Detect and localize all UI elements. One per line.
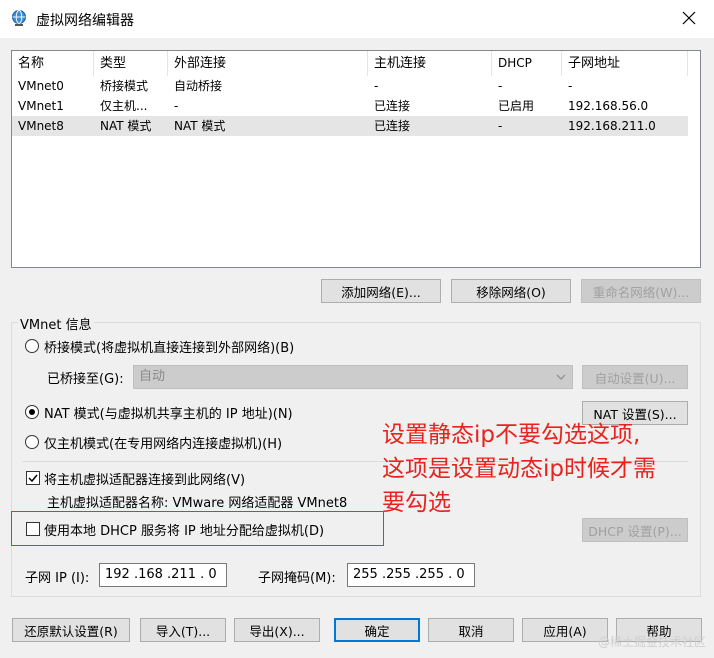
chevron-down-icon [556,374,566,380]
subnet-mask-label: 子网掩码(M): [258,571,336,586]
bridged-to-select[interactable]: 自动 [133,365,573,389]
cell-type: 桥接模式 [100,79,149,93]
cell-name: VMnet0 [18,79,64,93]
table-row-selected[interactable]: VMnet8 NAT 模式 NAT 模式 已连接 - 192.168.211.0 [12,116,688,136]
subnet-mask-input[interactable]: 255 .255 .255 . 0 [347,563,475,587]
cell-type: 仅主机... [100,99,148,113]
rename-network-button[interactable]: 重命名网络(W)... [581,279,701,303]
bridged-to-value: 自动 [139,369,166,384]
cell-dhcp: 已启用 [498,99,535,113]
annotation-line: 这项是设置动态ip时候才需 [382,456,656,482]
table-row[interactable]: VMnet0 桥接模式 自动桥接 - - - [12,76,688,96]
bridged-mode-radio[interactable] [25,339,39,353]
cell-dhcp: - [498,79,503,93]
cell-external: 自动桥接 [174,79,223,93]
cancel-button[interactable]: 取消 [428,618,514,642]
checkmark-icon [28,474,38,483]
bridged-mode-label: 桥接模式(将虚拟机直接连接到外部网络)(B) [44,341,295,356]
cell-subnet: 192.168.211.0 [568,119,656,133]
cell-dhcp: - [498,119,503,133]
connect-adapter-label: 将主机虚拟适配器连接到此网络(V) [44,473,246,488]
cell-name: VMnet1 [18,99,64,113]
nat-mode-radio[interactable] [25,405,39,419]
annotation-line: 要勾选 [382,490,451,516]
column-header-type[interactable]: 类型 [94,51,168,76]
ok-button[interactable]: 确定 [334,618,420,642]
subnet-ip-input[interactable]: 192 .168 .211 . 0 [99,563,227,587]
cell-subnet: - [568,79,573,93]
cell-subnet: 192.168.56.0 [568,99,649,113]
column-header-dhcp[interactable]: DHCP [492,51,562,76]
cell-external: NAT 模式 [174,119,226,133]
nat-mode-label: NAT 模式(与虚拟机共享主机的 IP 地址)(N) [44,407,293,422]
auto-settings-button[interactable]: 自动设置(U)... [582,365,688,389]
annotation-line: 设置静态ip不要勾选这项, [382,422,641,448]
close-icon [682,11,696,25]
network-list-header: 名称 类型 外部连接 主机连接 DHCP 子网地址 [12,51,700,76]
cell-external: - [174,99,179,113]
connect-adapter-checkbox[interactable] [26,471,40,485]
dhcp-settings-button[interactable]: DHCP 设置(P)... [582,518,688,542]
remove-network-button[interactable]: 移除网络(O) [451,279,571,303]
cell-host: 已连接 [374,119,411,133]
host-only-mode-label: 仅主机模式(在专用网络内连接虚拟机)(H) [44,437,283,452]
watermark: @稀土掘金技术社区 [597,635,706,649]
cell-name: VMnet8 [18,119,64,133]
header-filler [688,51,700,76]
column-header-external[interactable]: 外部连接 [168,51,368,76]
annotation-highlight-box [11,511,384,546]
table-row[interactable]: VMnet1 仅主机... - 已连接 已启用 192.168.56.0 [12,96,688,116]
subnet-ip-label: 子网 IP (I): [25,571,90,586]
column-header-subnet[interactable]: 子网地址 [562,51,688,76]
cell-type: NAT 模式 [100,119,152,133]
adapter-name-label: 主机虚拟适配器名称: VMware 网络适配器 VMnet8 [47,496,348,511]
annotation-text: 设置静态ip不要勾选这项, 这项是设置动态ip时候才需 要勾选 [382,418,710,520]
apply-button[interactable]: 应用(A) [522,618,608,642]
network-list[interactable]: 名称 类型 外部连接 主机连接 DHCP 子网地址 VMnet0 桥接模式 自动… [11,50,701,268]
restore-defaults-button[interactable]: 还原默认设置(R) [12,618,130,642]
close-button[interactable] [674,4,704,32]
window-title: 虚拟网络编辑器 [36,13,134,29]
network-globe-icon [10,9,28,27]
host-only-mode-radio[interactable] [25,435,39,449]
export-button[interactable]: 导出(X)... [234,618,320,642]
bridged-to-label: 已桥接至(G): [47,372,124,387]
cell-host: 已连接 [374,99,411,113]
vmnet-info-legend: VMnet 信息 [18,314,94,333]
import-button[interactable]: 导入(T)... [140,618,226,642]
cell-host: - [374,79,379,93]
add-network-button[interactable]: 添加网络(E)... [321,279,441,303]
column-header-host[interactable]: 主机连接 [368,51,492,76]
column-header-name[interactable]: 名称 [12,51,94,76]
